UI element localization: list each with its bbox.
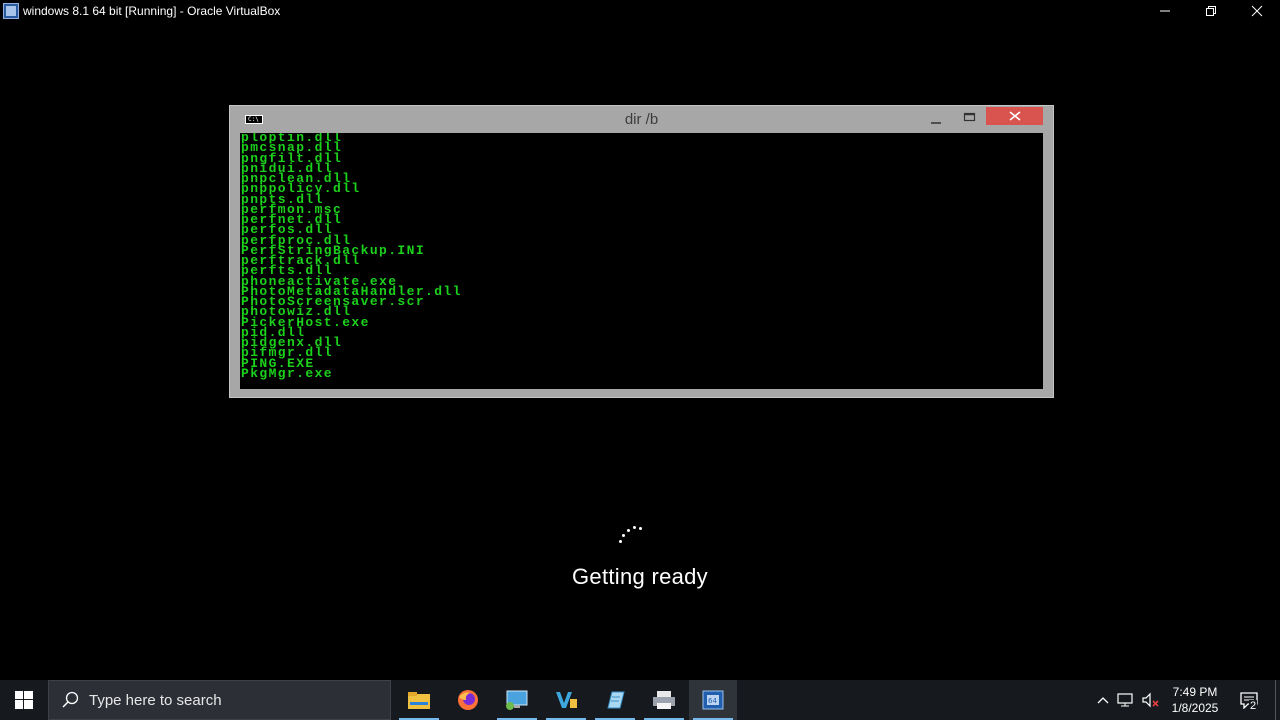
console-line: ploptin.dll <box>241 133 343 145</box>
loading-spinner-icon <box>618 524 646 546</box>
console-line: perfos.dll <box>241 222 334 238</box>
volume-muted-icon <box>1142 692 1159 708</box>
taskbar-app-file-explorer[interactable] <box>395 680 443 720</box>
firefox-icon <box>458 690 478 710</box>
visual-studio-icon <box>556 692 577 708</box>
virtualbox-icon <box>3 3 19 19</box>
taskbar: Type here to search 64 7:49 PM 1/8/2025 … <box>0 680 1280 720</box>
taskbar-search-box[interactable]: Type here to search <box>48 680 391 720</box>
console-line: PhotoScreensaver.scr <box>241 294 426 309</box>
taskbar-app-virtualbox[interactable]: 64 <box>689 680 737 720</box>
console-line: pngfilt.dll <box>241 150 343 166</box>
host-window-title: windows 8.1 64 bit [Running] - Oracle Vi… <box>23 4 281 18</box>
console-line: pmcsnap.dll <box>241 140 343 156</box>
maximize-icon <box>963 112 976 122</box>
restore-icon <box>1206 6 1216 16</box>
clock-date: 1/8/2025 <box>1171 701 1219 715</box>
clock-time: 7:49 PM <box>1172 685 1218 699</box>
console-line: pidgenx.dll <box>241 335 343 350</box>
printer-icon <box>653 691 675 709</box>
console-lines: ploptin.dll pmcsnap.dll pngfilt.dll pnidui.… <box>240 133 1043 381</box>
search-placeholder: Type here to search <box>89 691 222 709</box>
chevron-up-icon <box>1097 697 1109 704</box>
show-desktop-button[interactable] <box>1275 680 1276 720</box>
console-line: pnpts.dll <box>241 191 324 207</box>
status-message: Getting ready <box>572 564 708 589</box>
host-window-controls <box>1142 0 1280 22</box>
taskbar-app-remote-desktop[interactable] <box>493 680 541 720</box>
cmd-maximize-button[interactable] <box>960 111 980 125</box>
console-line: perfnet.dll <box>241 212 343 227</box>
console-line: perfmon.msc <box>241 201 343 217</box>
console-line: PickerHost.exe <box>241 314 370 330</box>
cmd-titlebar[interactable]: C:\ dir /b <box>230 106 1053 133</box>
taskbar-app-notepad[interactable] <box>591 680 639 720</box>
windows-logo-icon <box>15 691 33 709</box>
show-hidden-icons-button[interactable] <box>1093 680 1113 720</box>
close-icon <box>1009 111 1020 121</box>
remote-desktop-icon <box>506 690 528 710</box>
cmd-console-output[interactable]: ploptin.dll pmcsnap.dll pngfilt.dll pnidui.… <box>240 133 1043 389</box>
host-close-button[interactable] <box>1234 0 1280 22</box>
console-line: pnidui.dll <box>241 160 334 176</box>
close-icon <box>1251 5 1263 17</box>
file-explorer-icon <box>408 692 430 709</box>
taskbar-clock[interactable]: 7:49 PM 1/8/2025 <box>1166 684 1224 716</box>
console-line: pifmgr.dll <box>241 345 334 361</box>
svg-text:64: 64 <box>708 697 717 705</box>
console-line: PerfStringBackup.INI <box>241 242 426 258</box>
taskbar-app-firefox[interactable] <box>444 680 492 720</box>
taskbar-app-visual-studio[interactable] <box>542 680 590 720</box>
console-line: PkgMgr.exe <box>241 365 334 381</box>
minimize-icon <box>931 122 941 124</box>
host-minimize-button[interactable] <box>1142 0 1188 22</box>
notepad-icon <box>607 691 625 709</box>
network-icon <box>1117 693 1133 707</box>
cmd-close-button[interactable] <box>986 107 1043 125</box>
minimize-icon <box>1160 10 1170 12</box>
console-line: PING.EXE <box>241 355 315 371</box>
network-tray-button[interactable] <box>1115 680 1137 720</box>
cmd-window[interactable]: C:\ dir /b ploptin.dll pmcsnap.dll pngfilt… <box>229 105 1054 398</box>
search-icon <box>62 691 79 708</box>
notification-count-badge: 2 <box>1249 700 1258 712</box>
cmd-minimize-button[interactable] <box>927 113 947 127</box>
console-line: pnpclean.dll <box>241 171 352 186</box>
volume-tray-button[interactable] <box>1139 680 1163 720</box>
virtualbox-icon: 64 <box>702 690 724 710</box>
start-button[interactable] <box>0 680 48 720</box>
console-line: pnppolicy.dll <box>241 181 361 197</box>
host-titlebar[interactable]: windows 8.1 64 bit [Running] - Oracle Vi… <box>0 0 1280 22</box>
taskbar-app-printer-manager[interactable] <box>640 680 688 720</box>
host-restore-button[interactable] <box>1188 0 1234 22</box>
